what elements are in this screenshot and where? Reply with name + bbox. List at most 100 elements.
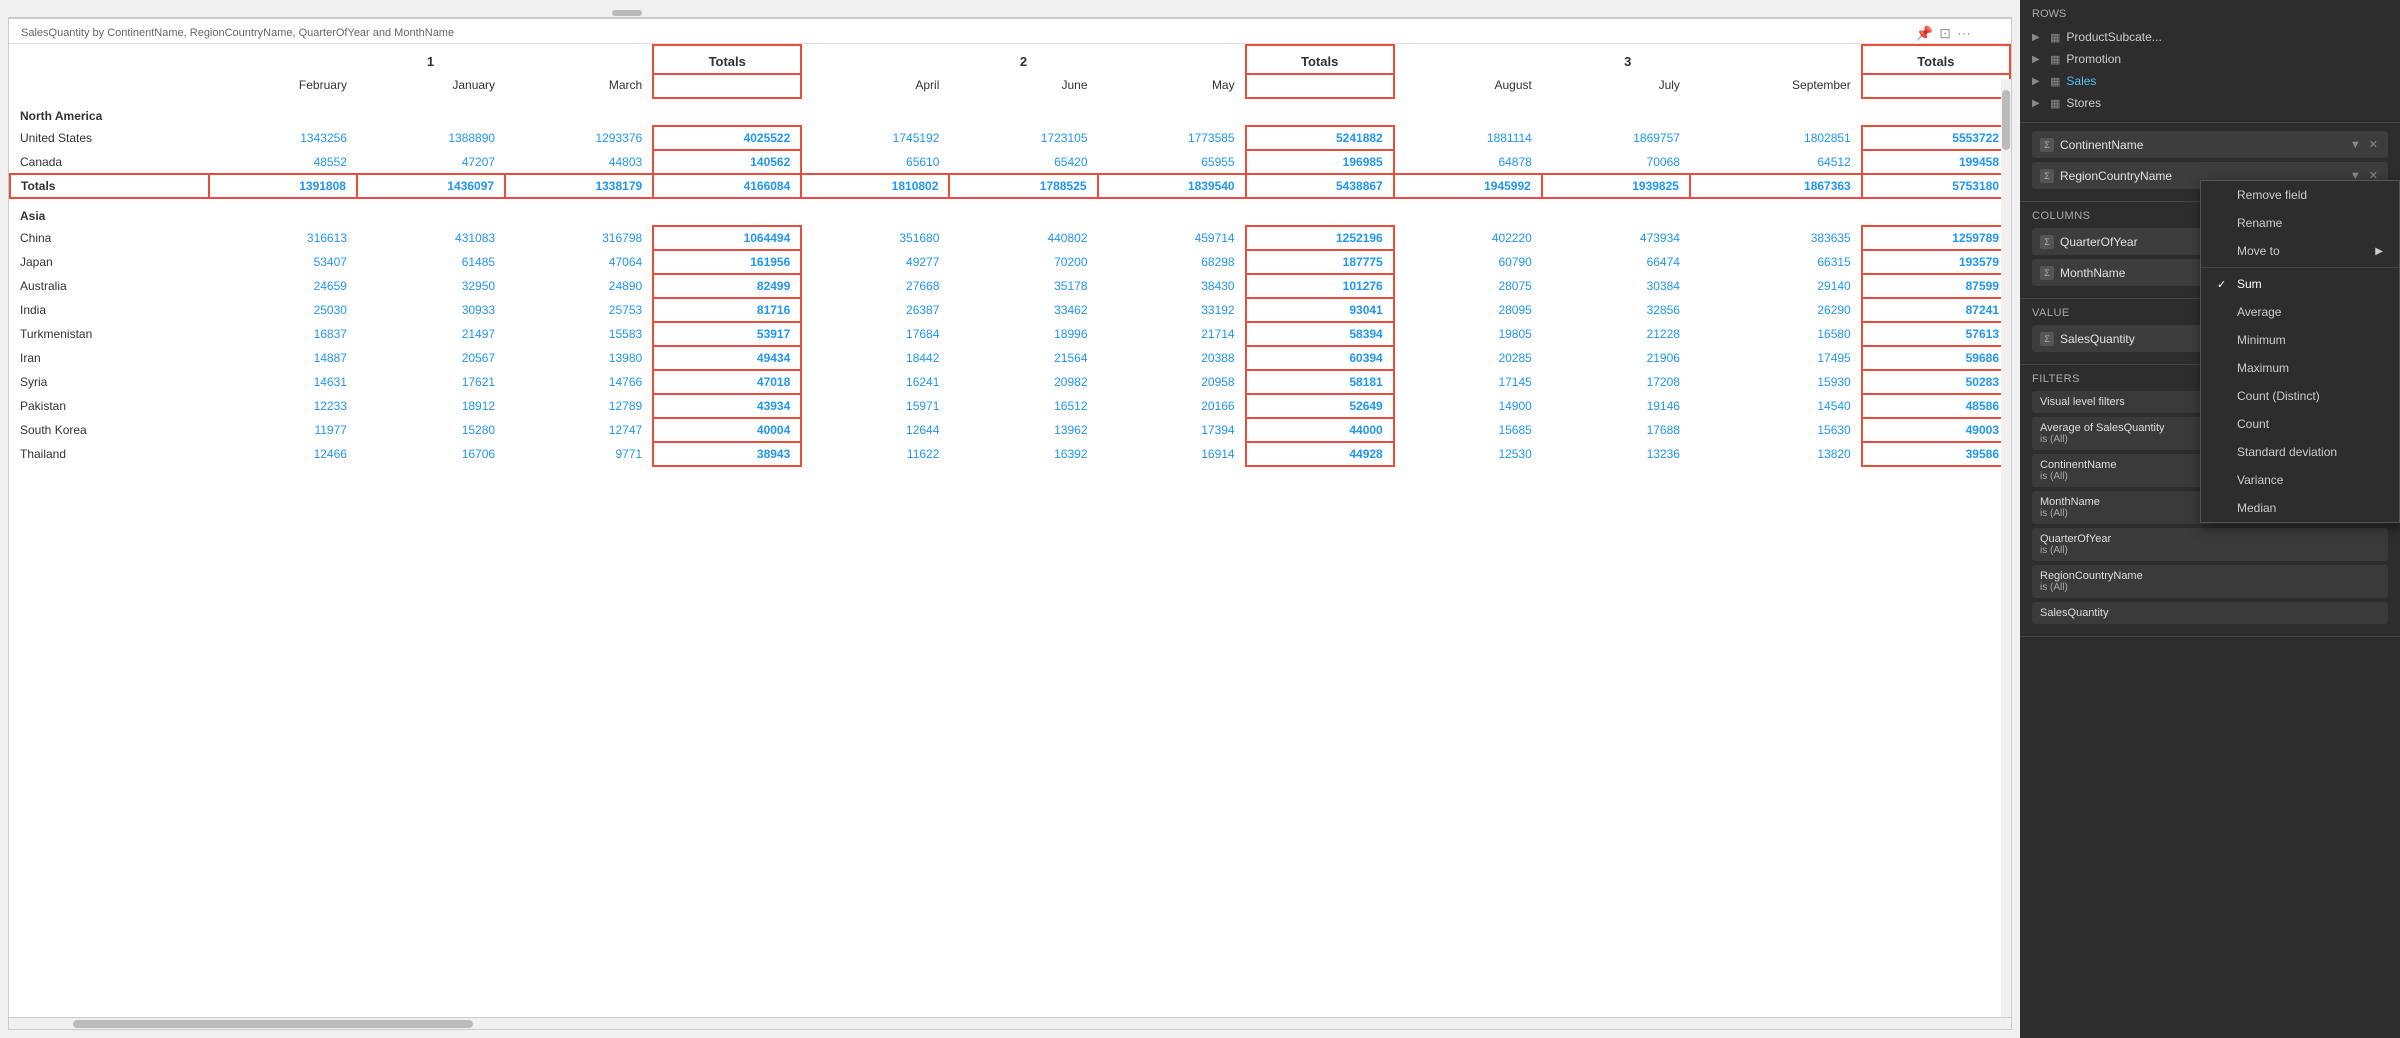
h-scroll-thumb[interactable] [73, 1020, 473, 1028]
cell-apr: 17684 [801, 322, 949, 346]
cell-q2-total: 58181 [1246, 370, 1394, 394]
context-menu-item-count[interactable]: Count [2201, 410, 2399, 438]
context-menu-item-standard-deviation[interactable]: Standard deviation [2201, 438, 2399, 466]
top-field-item[interactable]: ▶ ▦ Stores [2032, 92, 2388, 114]
cell-q3-total: 87241 [1862, 298, 2010, 322]
top-field-item[interactable]: ▶ ▦ ProductSubcate... [2032, 26, 2388, 48]
cell-q3-total: 193579 [1862, 250, 2010, 274]
table-row: Pakistan 12233 18912 12789 43934 15971 1… [10, 394, 2010, 418]
country-name: Thailand [10, 442, 209, 466]
field-left: Σ ContinentName [2040, 138, 2143, 152]
context-menu-item-rename[interactable]: Rename [2201, 209, 2399, 237]
march-header: March [505, 74, 653, 98]
context-menu-item-median[interactable]: Median [2201, 494, 2399, 522]
cell-apr: 18442 [801, 346, 949, 370]
more-icon[interactable]: ⋯ [1957, 25, 1971, 42]
cell-jun: 13962 [949, 418, 1097, 442]
field-left: Σ SalesQuantity [2040, 332, 2135, 346]
cell-q3-total: 1259789 [1862, 226, 2010, 250]
v-scroll-thumb[interactable] [2002, 90, 2010, 150]
country-name: Iran [10, 346, 209, 370]
field-type-icon: Σ [2040, 235, 2054, 249]
may-header: May [1098, 74, 1246, 98]
expand-arrow-icon: ▶ [2032, 32, 2044, 43]
cell-may: 20958 [1098, 370, 1246, 394]
top-scrollbar[interactable] [8, 8, 2012, 18]
cell-jan: 431083 [357, 226, 505, 250]
context-menu-item-remove-field[interactable]: Remove field [2201, 181, 2399, 209]
table-row: Iran 14887 20567 13980 49434 18442 21564… [10, 346, 2010, 370]
cell-jul: 30384 [1542, 274, 1690, 298]
cell-feb: 11977 [209, 418, 357, 442]
context-menu-item-move-to[interactable]: Move to ▶ [2201, 237, 2399, 265]
cell-sep: 26290 [1690, 298, 1862, 322]
viz-container: SalesQuantity by ContinentName, RegionCo… [8, 18, 2012, 1030]
cell-jun: 18996 [949, 322, 1097, 346]
cell-jul: 70068 [1542, 150, 1690, 174]
cell-q1-total: 1064494 [653, 226, 801, 250]
country-name: China [10, 226, 209, 250]
group-header-row: North America [10, 98, 2010, 126]
cell-sep: 17495 [1690, 346, 1862, 370]
cell-mar: 12789 [505, 394, 653, 418]
cell-q2-total: 60394 [1246, 346, 1394, 370]
field-name-label: SalesQuantity [2060, 332, 2135, 346]
context-menu-item-maximum[interactable]: Maximum [2201, 354, 2399, 382]
q1-header: 1 [209, 45, 653, 74]
context-menu-item-count-(distinct)[interactable]: Count (Distinct) [2201, 382, 2399, 410]
cell-mar: 14766 [505, 370, 653, 394]
cell-q3-total: 50283 [1862, 370, 2010, 394]
cell-q1-total: 38943 [653, 442, 801, 466]
context-menu-item-average[interactable]: Average [2201, 298, 2399, 326]
july-header: July [1542, 74, 1690, 98]
rows-field-item[interactable]: Σ ContinentName ▼ ✕ [2032, 131, 2388, 158]
month-header-row: February January March April June May Au… [10, 74, 2010, 98]
cell-mar: 12747 [505, 418, 653, 442]
filter-title: SalesQuantity [2040, 607, 2380, 619]
cell-jun: 35178 [949, 274, 1097, 298]
cell-aug: 64878 [1394, 150, 1542, 174]
top-field-item[interactable]: ▶ ▦ Sales [2032, 70, 2388, 92]
field-type-icon: Σ [2040, 169, 2054, 183]
cell-feb: 16837 [209, 322, 357, 346]
cell-apr: 15971 [801, 394, 949, 418]
vertical-scrollbar[interactable] [2001, 79, 2011, 1017]
expand-icon[interactable]: ⊡ [1939, 25, 1951, 42]
cell-q1-total: 49434 [653, 346, 801, 370]
cell-q1-total: 43934 [653, 394, 801, 418]
cell-aug: 15685 [1394, 418, 1542, 442]
context-menu-item-sum[interactable]: ✓ Sum [2201, 270, 2399, 298]
totals-jul: 1939825 [1542, 174, 1690, 198]
check-icon: ✓ [2217, 278, 2229, 291]
cell-jun: 21564 [949, 346, 1097, 370]
filter-item[interactable]: QuarterOfYear is (All) [2032, 528, 2388, 561]
cell-apr: 1745192 [801, 126, 949, 150]
filter-item[interactable]: RegionCountryName is (All) [2032, 565, 2388, 598]
cell-jul: 17208 [1542, 370, 1690, 394]
menu-item-label: Variance [2237, 473, 2283, 487]
menu-item-label: Move to [2237, 244, 2280, 258]
context-menu-item-minimum[interactable]: Minimum [2201, 326, 2399, 354]
filter-item[interactable]: SalesQuantity [2032, 602, 2388, 624]
cell-aug: 12530 [1394, 442, 1542, 466]
september-header: September [1690, 74, 1862, 98]
totals-jan: 1436097 [357, 174, 505, 198]
menu-item-label: Remove field [2237, 188, 2307, 202]
table-wrapper[interactable]: 1 Totals 2 Totals 3 Totals February Janu… [9, 44, 2011, 1017]
q2-header: 2 [801, 45, 1245, 74]
field-left: Σ RegionCountryName [2040, 169, 2172, 183]
pin-icon[interactable]: 📌 [1916, 25, 1933, 42]
cell-mar: 47064 [505, 250, 653, 274]
top-scroll-thumb[interactable] [612, 10, 642, 16]
top-field-item[interactable]: ▶ ▦ Promotion [2032, 48, 2388, 70]
context-menu-item-variance[interactable]: Variance [2201, 466, 2399, 494]
q1-month-totals-header [653, 74, 801, 98]
field-remove-btn[interactable]: ✕ [2367, 136, 2380, 153]
cell-jan: 32950 [357, 274, 505, 298]
country-name: Pakistan [10, 394, 209, 418]
field-dropdown-btn[interactable]: ▼ [2348, 137, 2363, 153]
horizontal-scrollbar[interactable] [9, 1017, 2011, 1029]
cell-aug: 402220 [1394, 226, 1542, 250]
cell-jan: 47207 [357, 150, 505, 174]
cell-jan: 15280 [357, 418, 505, 442]
